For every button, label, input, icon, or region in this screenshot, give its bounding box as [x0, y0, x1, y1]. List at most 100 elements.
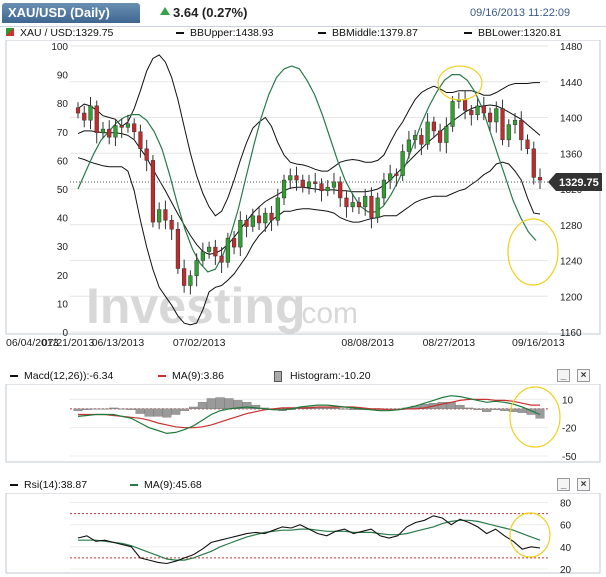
- candle-body: [400, 151, 405, 176]
- histogram-bar: [491, 408, 501, 410]
- candle-body: [394, 173, 399, 176]
- candle-body: [531, 148, 536, 178]
- y-tick-label-left: 100: [51, 42, 68, 53]
- histogram-bar: [499, 408, 509, 411]
- histogram-bar: [126, 408, 136, 410]
- y-tick-label-left: 10: [57, 299, 69, 310]
- histogram-bar: [100, 408, 110, 410]
- histogram-bar: [117, 408, 127, 410]
- close-button[interactable]: ×: [577, 478, 590, 491]
- candle-body: [225, 237, 230, 263]
- histogram-bar: [517, 408, 527, 413]
- candle-body: [88, 105, 93, 121]
- candle-body: [494, 108, 499, 123]
- y-tick-label-right: 1240: [560, 257, 583, 268]
- histogram-bar: [206, 398, 216, 410]
- candle-body: [325, 186, 330, 192]
- minimize-button[interactable]: _: [557, 369, 570, 382]
- candle-body: [350, 202, 355, 208]
- close-button[interactable]: ×: [577, 369, 590, 382]
- y-tick-label: -50: [562, 452, 577, 463]
- candle-body: [450, 101, 455, 127]
- histogram-bar: [162, 408, 172, 418]
- histogram-bar: [473, 408, 483, 410]
- dash-icon: [158, 375, 166, 377]
- symbol-tab[interactable]: XAU/USD (Daily): [2, 3, 140, 23]
- candle-body: [182, 268, 187, 286]
- y-tick-label: 60: [560, 521, 572, 532]
- y-tick-label-right: 1200: [560, 292, 583, 303]
- candle-body: [256, 215, 262, 224]
- up-arrow-icon: [160, 7, 170, 15]
- candle-body: [438, 130, 443, 143]
- timestamp: 09/16/2013 11:22:09: [470, 7, 571, 19]
- price-chart[interactable]: 0102030405060708090100 11601200124012801…: [0, 40, 606, 360]
- histogram-bar: [82, 408, 92, 410]
- price-change: 3.64 (0.27%): [173, 5, 248, 20]
- candle-body: [500, 108, 505, 141]
- price-tag: 1329.75: [548, 173, 602, 191]
- x-tick-label: 07/21/2013: [42, 337, 95, 349]
- candle-body: [194, 260, 199, 276]
- macd-chart[interactable]: 10 -20 -50: [0, 384, 606, 464]
- minimize-button[interactable]: _: [557, 478, 570, 491]
- histogram-bar: [171, 408, 181, 415]
- rsi-legend: Rsi(14):38.87 MA(9):45.68 _ ×: [6, 477, 602, 493]
- candle-body: [169, 220, 174, 230]
- y-tick-label-right: 1440: [560, 78, 583, 89]
- candle-body: [75, 107, 81, 114]
- candle-body: [425, 121, 430, 145]
- candle-body: [444, 126, 449, 143]
- legend-histogram: Histogram:-10.20: [290, 370, 371, 382]
- x-tick-label: 08/08/2013: [341, 337, 394, 349]
- watermark-suffix: .com: [293, 297, 358, 330]
- rsi-chart[interactable]: 80 60 40 20: [0, 493, 606, 575]
- macd-legend: Macd(12,26)):-6.34 MA(9):3.86 Histogram:…: [6, 368, 602, 384]
- candle-body: [331, 181, 337, 188]
- dash-icon: [464, 32, 472, 34]
- candle-body: [300, 179, 305, 188]
- histogram-bar: [224, 398, 234, 410]
- legend-macd-ma: MA(9):3.86: [172, 370, 224, 382]
- candle-body: [363, 195, 368, 208]
- candle-body: [269, 212, 274, 221]
- candle-body: [82, 112, 87, 121]
- candle-body: [207, 246, 212, 252]
- x-tick-label: 07/02/2013: [173, 337, 226, 349]
- candle-body: [475, 105, 480, 116]
- dash-icon: [10, 375, 18, 377]
- y-tick-label-left: 30: [57, 242, 69, 253]
- histogram-bar: [73, 408, 83, 411]
- legend-rsi-ma: MA(9):45.68: [144, 479, 202, 491]
- y-tick-label: -20: [562, 424, 577, 435]
- candle-body: [338, 181, 343, 199]
- candle-body: [275, 197, 280, 221]
- candle-body: [294, 175, 299, 181]
- dash-icon: [130, 484, 138, 486]
- y-tick-label-left: 50: [57, 185, 69, 196]
- y-tick-label-left: 80: [57, 99, 69, 110]
- rsi-plot-frame: [5, 493, 601, 574]
- legend-bb-upper: BBUpper:1438.93: [190, 27, 274, 39]
- y-tick-label-left: 60: [57, 156, 69, 167]
- legend-bb-lower: BBLower:1320.81: [478, 27, 562, 39]
- y-tick-label-left: 20: [57, 271, 69, 282]
- candle-body: [188, 275, 193, 286]
- candle-body: [419, 135, 424, 145]
- candle-body: [506, 124, 511, 141]
- x-tick-label: 06/13/2013: [92, 337, 145, 349]
- candle-body: [319, 183, 324, 192]
- histogram-bar: [331, 407, 341, 410]
- candle-body: [481, 105, 486, 114]
- y-tick-label-left: 40: [57, 214, 69, 225]
- candle-body: [138, 131, 143, 150]
- histogram-bar: [340, 408, 350, 410]
- histogram-bar: [455, 404, 465, 410]
- candle-body: [125, 123, 131, 128]
- histogram-icon: [274, 371, 282, 382]
- candle-body: [344, 197, 349, 208]
- candle-body: [231, 237, 237, 248]
- candle-body: [213, 246, 218, 257]
- candle-body: [381, 179, 387, 199]
- histogram-bar: [91, 408, 101, 410]
